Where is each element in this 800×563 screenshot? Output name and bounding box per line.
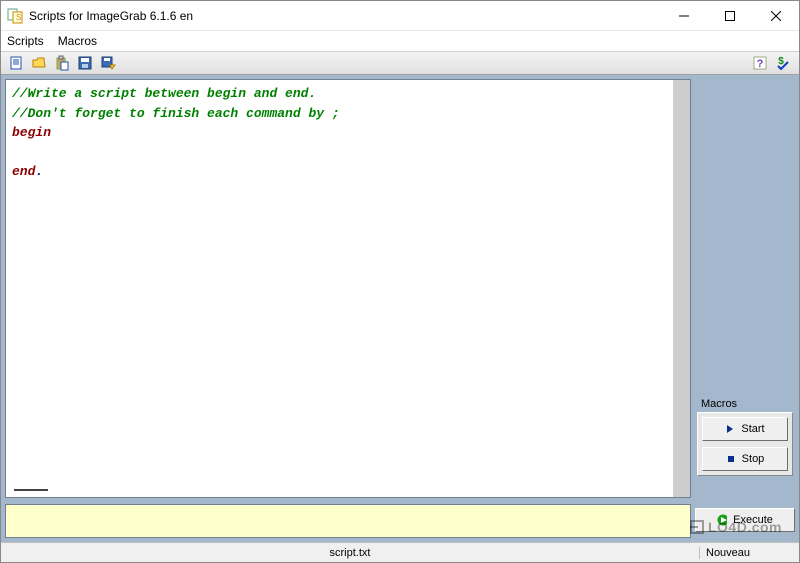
editor-begin: begin <box>12 125 51 140</box>
help-button[interactable]: ? <box>749 53 771 73</box>
new-file-icon <box>8 55 24 71</box>
menubar: Scripts Macros <box>1 31 799 51</box>
menu-scripts[interactable]: Scripts <box>7 34 44 48</box>
play-icon <box>725 424 735 434</box>
output-panel[interactable] <box>5 504 691 538</box>
svg-text:?: ? <box>757 58 764 70</box>
execute-play-icon <box>717 515 727 525</box>
toolbar: ? $ <box>1 51 799 75</box>
editor-comment-1: //Write a script between begin and end. <box>12 86 316 101</box>
close-button[interactable] <box>753 1 799 30</box>
app-window: S Scripts for ImageGrab 6.1.6 en Scripts… <box>0 0 800 563</box>
open-button[interactable] <box>28 53 50 73</box>
macros-group-label: Macros <box>701 398 793 410</box>
status-mode: Nouveau <box>699 547 799 559</box>
script-editor-wrap: //Write a script between begin and end. … <box>5 79 691 498</box>
macros-group: Macros Start Stop <box>695 396 795 478</box>
stop-label: Stop <box>742 453 765 465</box>
left-pane: //Write a script between begin and end. … <box>5 79 691 538</box>
editor-comment-2: //Don't forget to finish each command by… <box>12 106 340 121</box>
scrollbar-thumb[interactable] <box>674 80 690 497</box>
macros-panel: Start Stop <box>697 412 793 476</box>
new-button[interactable] <box>5 53 27 73</box>
statusbar: script.txt Nouveau <box>1 542 799 562</box>
clipboard-icon <box>54 55 70 71</box>
script-editor[interactable]: //Write a script between begin and end. … <box>6 80 673 497</box>
stop-button[interactable]: Stop <box>702 447 788 471</box>
execute-label: Execute <box>733 514 773 526</box>
floppy-icon <box>77 55 93 71</box>
save-button[interactable] <box>74 53 96 73</box>
help-icon: ? <box>752 55 768 71</box>
paste-button[interactable] <box>51 53 73 73</box>
execute-button[interactable]: Execute <box>695 508 795 532</box>
status-filename: script.txt <box>1 547 699 559</box>
saveas-button[interactable] <box>97 53 119 73</box>
vertical-scrollbar[interactable] <box>673 80 690 497</box>
start-label: Start <box>741 423 764 435</box>
window-controls <box>661 1 799 30</box>
horizontal-scroll-stub[interactable] <box>14 489 48 491</box>
client-area: //Write a script between begin and end. … <box>1 75 799 542</box>
floppy-arrow-icon <box>100 55 116 71</box>
folder-open-icon <box>31 55 47 71</box>
minimize-button[interactable] <box>661 1 707 30</box>
svg-text:S: S <box>16 13 21 22</box>
editor-end: end <box>12 164 35 179</box>
titlebar: S Scripts for ImageGrab 6.1.6 en <box>1 1 799 31</box>
window-title: Scripts for ImageGrab 6.1.6 en <box>29 9 661 23</box>
execute-wrap: Execute <box>695 508 795 532</box>
app-icon: S <box>7 8 23 24</box>
stop-icon <box>726 454 736 464</box>
menu-macros[interactable]: Macros <box>58 34 97 48</box>
right-pane: Macros Start Stop <box>695 79 795 538</box>
start-button[interactable]: Start <box>702 417 788 441</box>
check-button[interactable]: $ <box>772 53 794 73</box>
editor-dot: . <box>35 164 43 179</box>
maximize-button[interactable] <box>707 1 753 30</box>
check-dollar-icon: $ <box>775 55 791 71</box>
